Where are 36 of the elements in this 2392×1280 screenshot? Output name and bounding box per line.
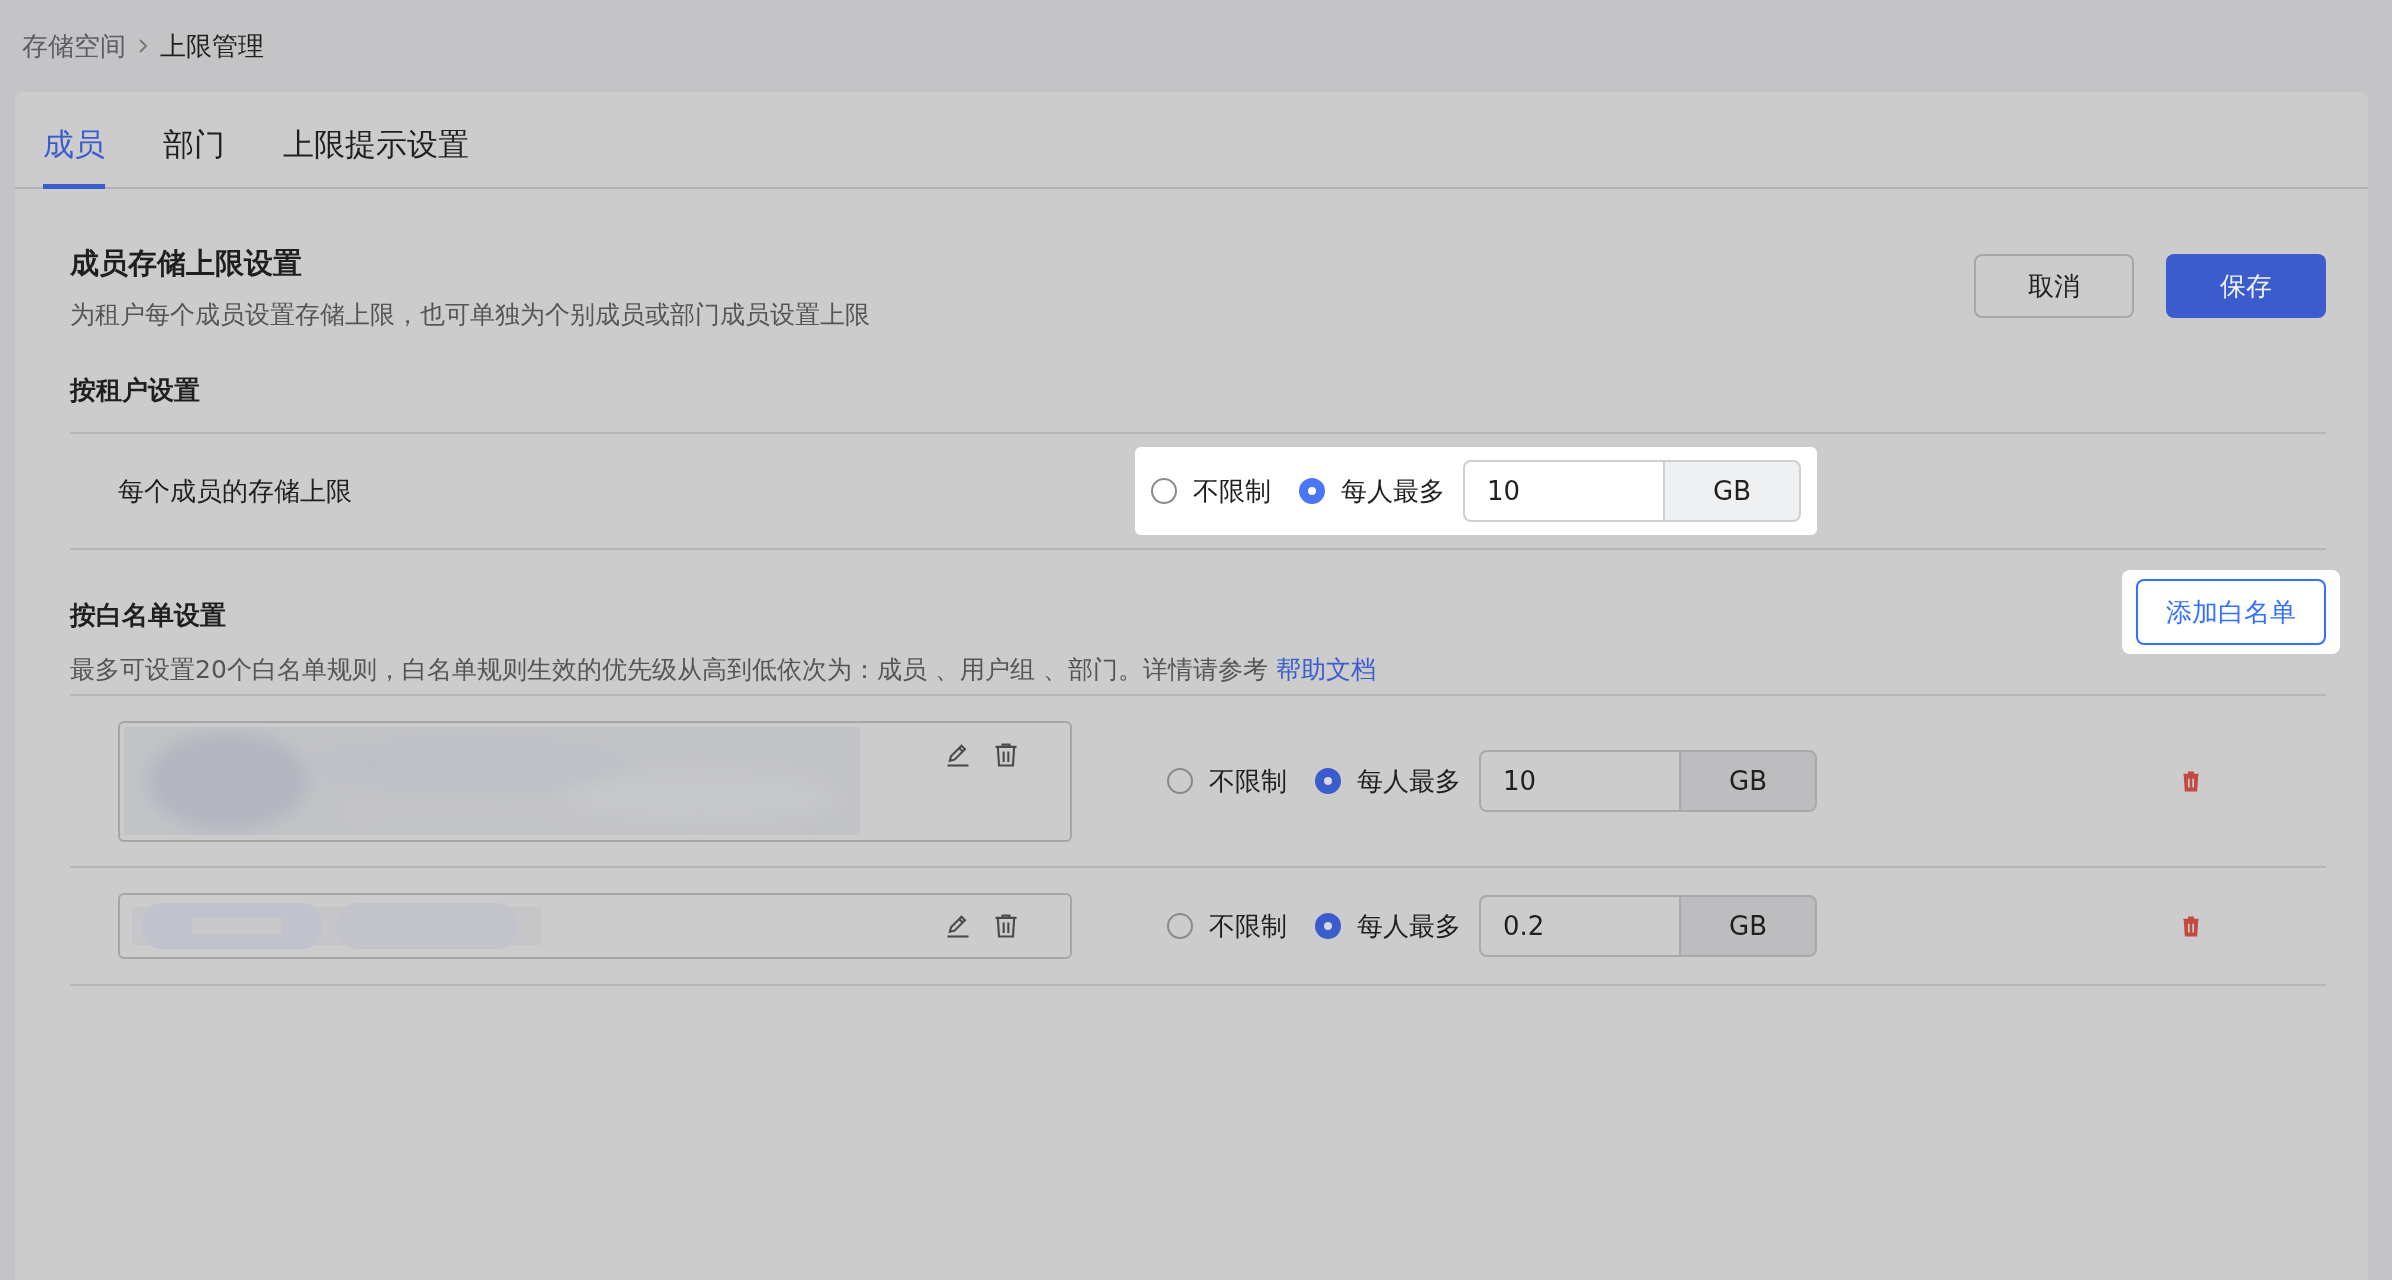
unit-label: GB: [1663, 460, 1801, 522]
radio-label: 不限制: [1209, 764, 1287, 798]
input-field[interactable]: 10: [1463, 460, 1663, 522]
chevron-right-icon: [138, 38, 148, 54]
radio-label: 不限制: [1193, 474, 1271, 508]
group-title: 按租户设置: [70, 373, 2326, 434]
breadcrumb-item[interactable]: 存储空间: [22, 28, 126, 64]
input-field[interactable]: 0.2: [1479, 895, 1679, 957]
radio-button[interactable]: [1151, 478, 1177, 504]
radio-button[interactable]: [1167, 913, 1193, 939]
unit-label: GB: [1679, 750, 1817, 812]
tab[interactable]: 上限提示设置: [283, 124, 469, 189]
breadcrumb-item: 上限管理: [160, 29, 264, 63]
section-title: 成员存储上限设置: [70, 245, 303, 282]
radio-label: 每人最多: [1341, 474, 1445, 508]
save-button[interactable]: 保存: [2166, 254, 2326, 318]
radio-label: 每人最多: [1357, 909, 1461, 943]
radio-label: 不限制: [1209, 909, 1287, 943]
description-text: 最多可设置20个白名单规则，白名单规则生效的优先级从高到低依次为：成员 、用户组 、部门。详情请参考: [70, 655, 1268, 684]
unit-label: GB: [1679, 895, 1817, 957]
add-whitelist-button[interactable]: 添加白名单: [2136, 579, 2326, 645]
radio-label: 每人最多: [1357, 764, 1461, 798]
group-title: 按白名单设置: [70, 599, 227, 632]
target-field[interactable]: [118, 893, 1072, 959]
input-field[interactable]: 10: [1479, 750, 1679, 812]
row-label: 每个成员的存储上限: [118, 474, 353, 508]
section-subtitle: 为租户每个成员设置存储上限，也可单独为个别成员或部门成员设置上限: [70, 299, 870, 331]
radio-button[interactable]: [1167, 768, 1193, 794]
cancel-button[interactable]: 取消: [1974, 254, 2134, 318]
tab[interactable]: 部门: [163, 124, 225, 189]
tab[interactable]: 成员: [43, 124, 105, 189]
radio-button[interactable]: [1315, 913, 1341, 939]
radio-button[interactable]: [1299, 478, 1325, 504]
help-link[interactable]: 帮助文档: [1275, 655, 1376, 684]
target-field[interactable]: [118, 720, 1072, 842]
radio-button[interactable]: [1315, 768, 1341, 794]
